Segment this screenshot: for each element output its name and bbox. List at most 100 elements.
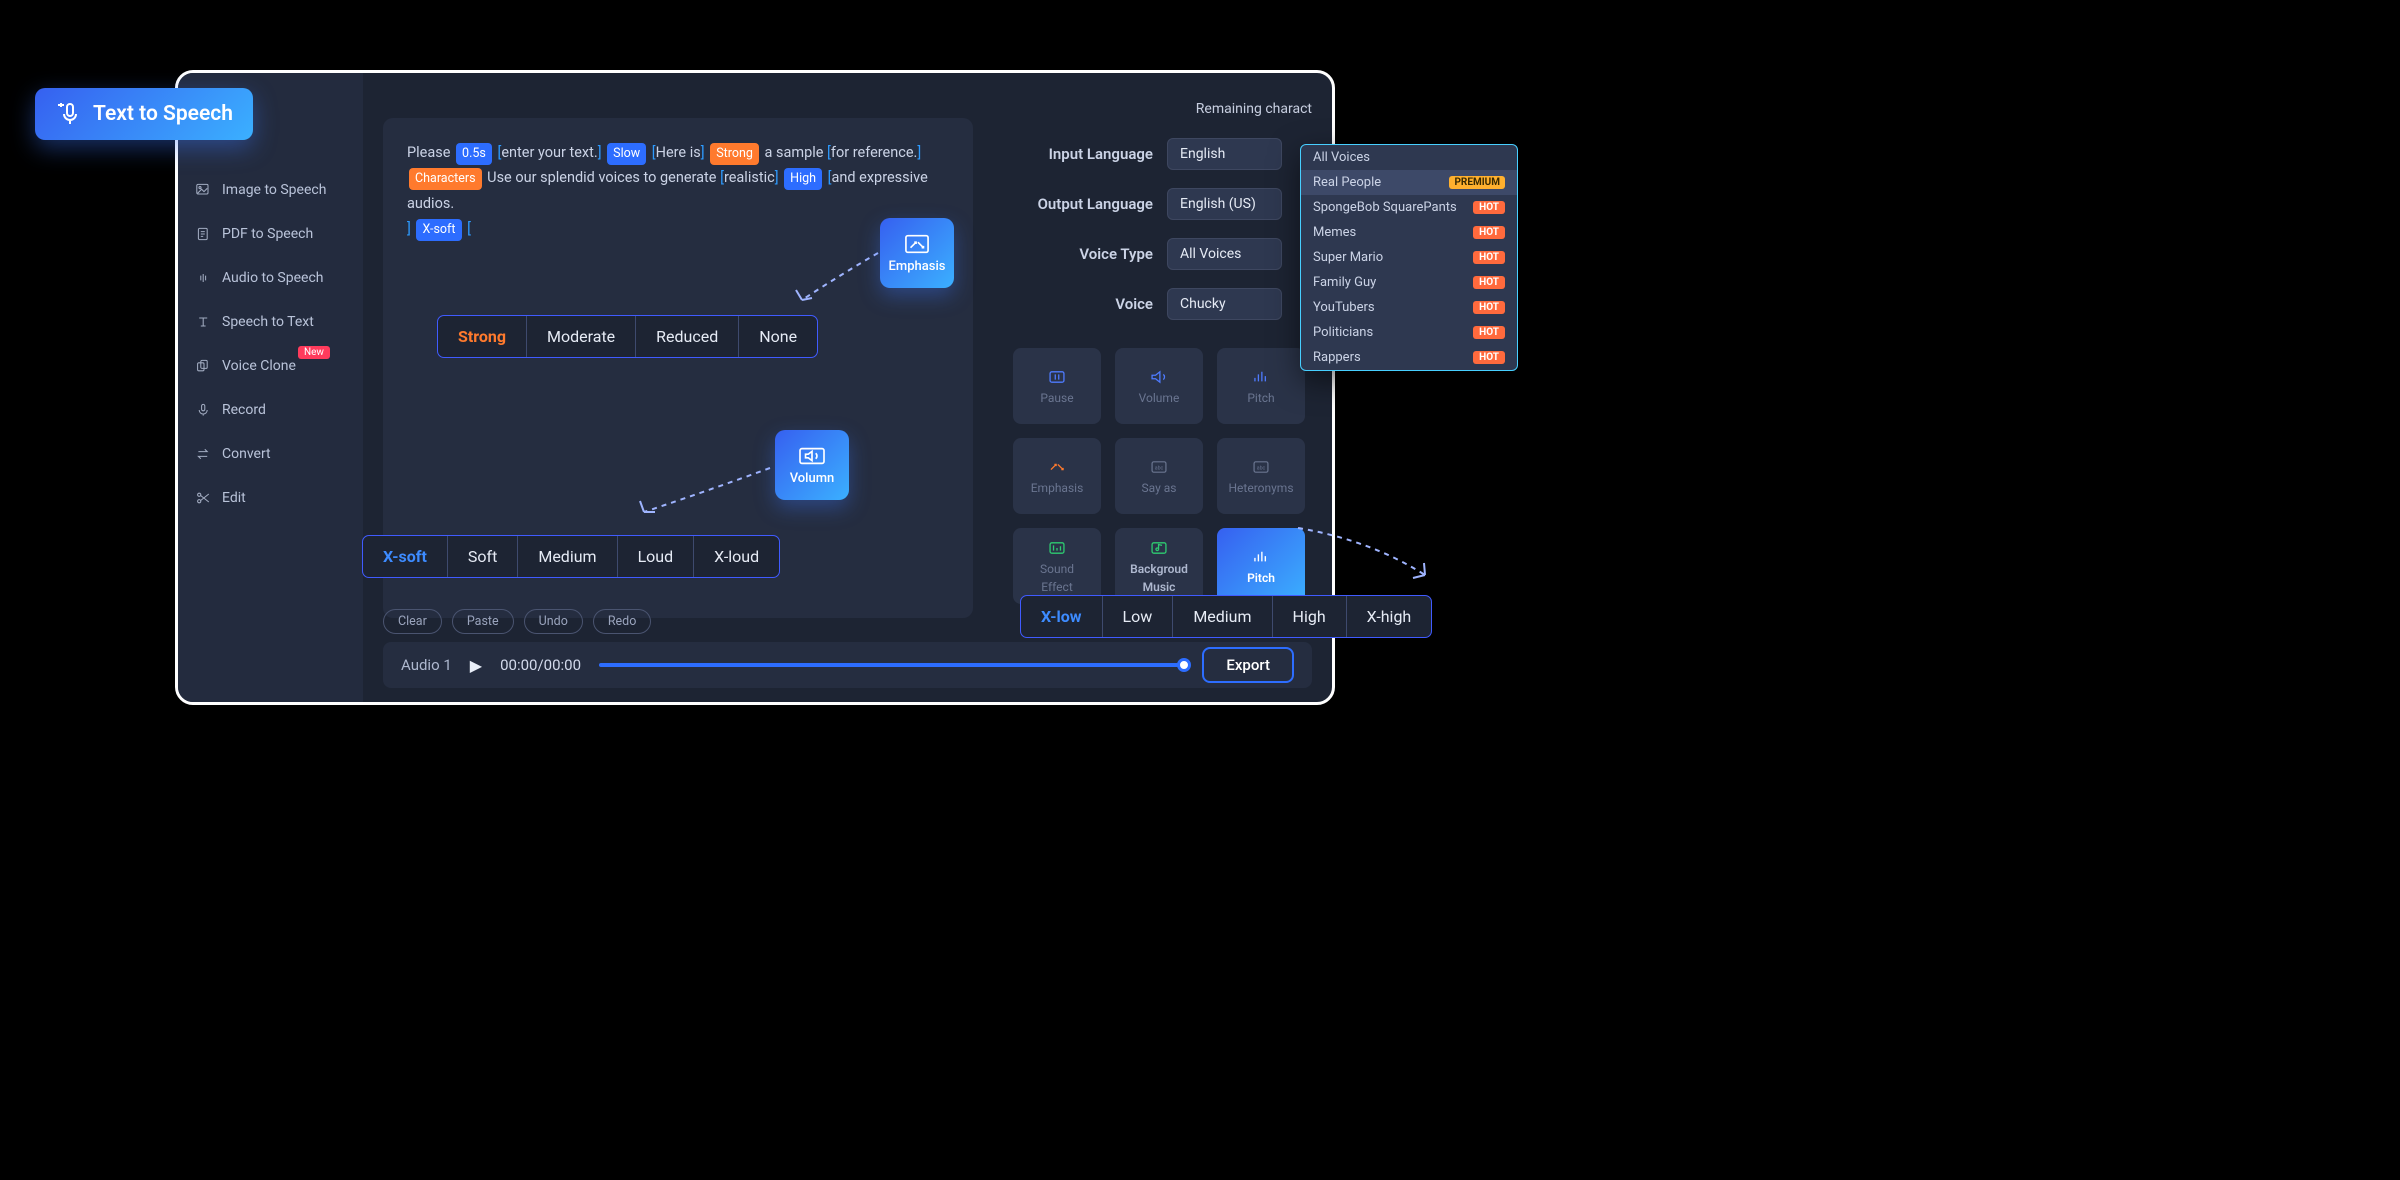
sidebar-item-edit[interactable]: Edit	[178, 476, 363, 520]
sidebar-item-record[interactable]: Record	[178, 388, 363, 432]
premium-badge: PREMIUM	[1449, 176, 1505, 189]
export-button[interactable]: Export	[1202, 647, 1294, 683]
volume-option-medium[interactable]: Medium	[518, 536, 617, 577]
input-language-select[interactable]: English	[1167, 138, 1282, 170]
redo-button[interactable]: Redo	[593, 609, 652, 634]
audio-player: Audio 1 ▶ 00:00/00:00 Export	[383, 642, 1312, 688]
play-button[interactable]: ▶	[470, 656, 482, 675]
characters-chip[interactable]: Characters	[409, 168, 482, 190]
dropdown-item-all-voices[interactable]: All Voices	[1301, 145, 1517, 170]
voice-label: Voice	[1013, 295, 1153, 313]
tool-label: Backgroud	[1130, 562, 1188, 576]
sidebar-item-image-to-speech[interactable]: Image to Speech	[178, 168, 363, 212]
dropdown-item-label: Rappers	[1313, 350, 1361, 365]
tool-label: Pause	[1040, 391, 1073, 405]
output-language-select[interactable]: English (US)	[1167, 188, 1282, 220]
pause-icon	[1044, 367, 1070, 387]
text-icon	[196, 315, 212, 329]
tool-sound-effect[interactable]: Sound Effect	[1013, 528, 1101, 604]
hot-badge: HOT	[1473, 326, 1505, 339]
seek-slider[interactable]	[599, 663, 1184, 667]
undo-button[interactable]: Undo	[524, 609, 583, 634]
sidebar-item-voice-clone[interactable]: Voice Clone New	[178, 344, 363, 388]
dropdown-item-label: Family Guy	[1313, 275, 1376, 290]
emphasis-option-moderate[interactable]: Moderate	[527, 316, 636, 357]
pitch-option-low[interactable]: Low	[1103, 596, 1174, 637]
emphasis-card: Emphasis	[880, 218, 954, 288]
input-language-label: Input Language	[1013, 145, 1153, 163]
pitch-options: X-low Low Medium High X-high	[1020, 595, 1432, 638]
dropdown-item-label: Politicians	[1313, 325, 1373, 340]
sidebar-item-speech-to-text[interactable]: Speech to Text	[178, 300, 363, 344]
volume-option-xloud[interactable]: X-loud	[694, 536, 779, 577]
pause-chip[interactable]: 0.5s	[456, 143, 492, 165]
output-language-label: Output Language	[1013, 195, 1153, 213]
volume-option-loud[interactable]: Loud	[618, 536, 695, 577]
editor-text: enter your text.	[501, 144, 597, 161]
editor-text: a sample	[765, 144, 824, 161]
emphasis-option-strong[interactable]: Strong	[438, 316, 527, 357]
pdf-icon	[196, 227, 212, 241]
sidebar-item-pdf-to-speech[interactable]: PDF to Speech	[178, 212, 363, 256]
hot-badge: HOT	[1473, 251, 1505, 264]
dropdown-item-label: Super Mario	[1313, 250, 1383, 265]
mic-icon	[196, 403, 212, 417]
clear-button[interactable]: Clear	[383, 609, 442, 634]
tool-volume[interactable]: Volume	[1115, 348, 1203, 424]
dropdown-item-memes[interactable]: MemesHOT	[1301, 220, 1517, 245]
slider-thumb[interactable]	[1177, 658, 1191, 672]
pitch-option-medium[interactable]: Medium	[1173, 596, 1272, 637]
heteronyms-icon: abc	[1248, 457, 1274, 477]
emphasis-option-reduced[interactable]: Reduced	[636, 316, 739, 357]
xsoft-chip[interactable]: X-soft	[416, 219, 461, 241]
dropdown-item-youtubers[interactable]: YouTubersHOT	[1301, 295, 1517, 320]
voice-type-row: Voice Type All Voices	[1013, 238, 1282, 270]
dropdown-item-family-guy[interactable]: Family Guy HOT	[1301, 270, 1517, 295]
slow-chip[interactable]: Slow	[607, 143, 646, 165]
tool-label: Volume	[1139, 391, 1180, 405]
voice-row: Voice Chucky	[1013, 288, 1282, 320]
tool-pitch[interactable]: Pitch	[1217, 348, 1305, 424]
arrow-icon	[630, 460, 780, 530]
dropdown-item-spongebob[interactable]: SpongeBob SquarePantsHOT	[1301, 195, 1517, 220]
dropdown-item-super-mario[interactable]: Super Mario HOT	[1301, 245, 1517, 270]
sidebar-item-audio-to-speech[interactable]: Audio to Speech	[178, 256, 363, 300]
emphasis-option-none[interactable]: None	[739, 316, 817, 357]
dropdown-item-rappers[interactable]: Rappers HOT	[1301, 345, 1517, 370]
hot-badge: HOT	[1473, 276, 1505, 289]
editor-actions: Clear Paste Undo Redo	[383, 609, 651, 634]
pitch-option-high[interactable]: High	[1273, 596, 1347, 637]
dropdown-item-label: Memes	[1313, 225, 1356, 240]
paste-button[interactable]: Paste	[452, 609, 514, 634]
sidebar-item-convert[interactable]: Convert	[178, 432, 363, 476]
bracket-icon: [	[467, 220, 471, 237]
tool-label: Say as	[1142, 481, 1177, 495]
hot-badge: HOT	[1473, 351, 1505, 364]
tool-label: Heteronyms	[1228, 481, 1293, 495]
tool-say-as[interactable]: abc Say as	[1115, 438, 1203, 514]
high-chip[interactable]: High	[784, 168, 822, 190]
emphasis-options: Strong Moderate Reduced None	[437, 315, 818, 358]
dropdown-item-politicians[interactable]: Politicians HOT	[1301, 320, 1517, 345]
tool-label: Pitch	[1247, 571, 1275, 585]
tool-pause[interactable]: Pause	[1013, 348, 1101, 424]
pitch-option-xlow[interactable]: X-low	[1021, 596, 1103, 637]
voice-type-select[interactable]: All Voices	[1167, 238, 1282, 270]
strong-chip[interactable]: Strong	[710, 143, 759, 165]
volume-option-soft[interactable]: Soft	[448, 536, 518, 577]
tool-emphasis[interactable]: Emphasis	[1013, 438, 1101, 514]
tool-label: Effect	[1041, 580, 1073, 594]
bracket-icon: ]	[775, 169, 779, 186]
voice-select[interactable]: Chucky	[1167, 288, 1282, 320]
tool-heteronyms[interactable]: abc Heteronyms	[1217, 438, 1305, 514]
volume-options: X-soft Soft Medium Loud X-loud	[362, 535, 780, 578]
volume-option-xsoft[interactable]: X-soft	[363, 536, 448, 577]
svg-text:abc: abc	[1155, 466, 1164, 472]
bracket-icon: ]	[407, 220, 411, 237]
pitch-option-xhigh[interactable]: X-high	[1347, 596, 1432, 637]
new-badge: New	[298, 346, 330, 359]
sound-effect-icon	[1044, 538, 1070, 558]
tool-background-music[interactable]: Backgroud Music	[1115, 528, 1203, 604]
input-language-row: Input Language English	[1013, 138, 1282, 170]
dropdown-item-real-people[interactable]: Real PeoplePREMIUM	[1301, 170, 1517, 195]
